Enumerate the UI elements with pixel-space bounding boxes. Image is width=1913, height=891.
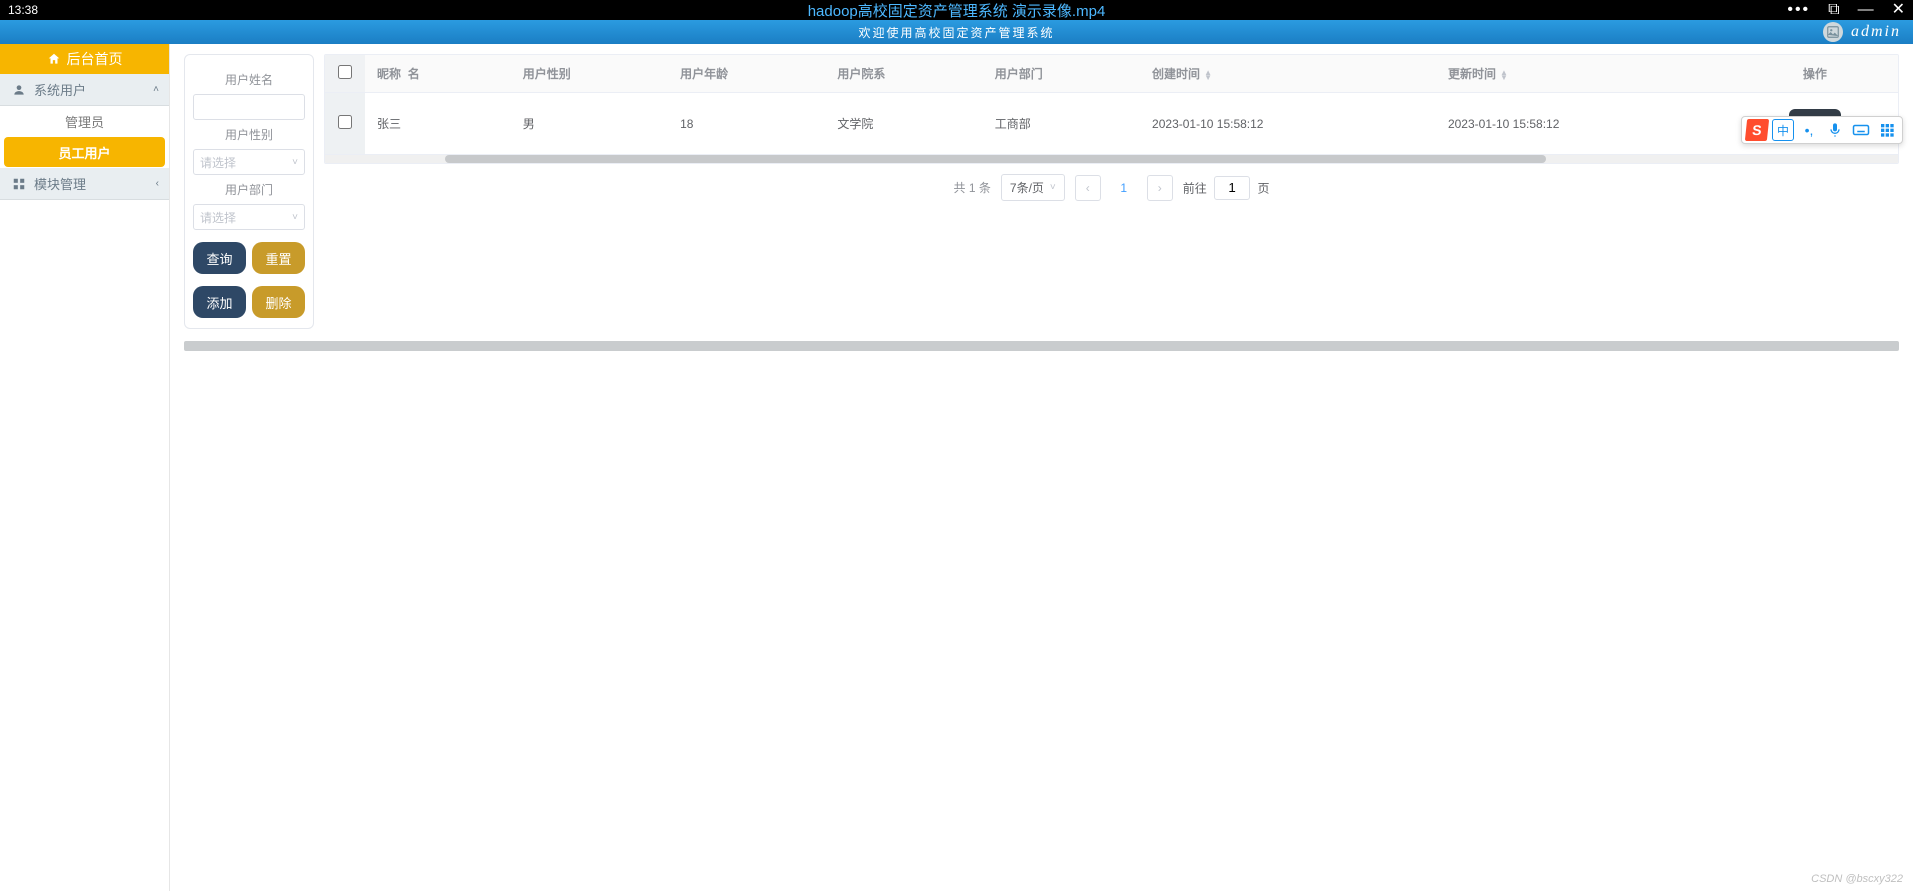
col-updated[interactable]: 更新时间 ▲▼ <box>1436 55 1732 93</box>
restore-icon[interactable]: ⧉ <box>1828 2 1839 18</box>
cell-created: 2023-01-10 15:58:12 <box>1140 93 1436 155</box>
delete-button[interactable]: 删除 <box>252 286 305 318</box>
col-name-label: 名 <box>408 67 420 81</box>
pager-total: 共 1 条 <box>954 179 991 196</box>
cell-age: 18 <box>668 93 825 155</box>
ime-punct-toggle[interactable]: •, <box>1798 119 1820 141</box>
filter-select-gender-placeholder: 请选择 <box>200 154 236 171</box>
goto-page: 前往 页 <box>1183 176 1270 200</box>
per-page-label: 7条/页 <box>1010 179 1044 196</box>
sidebar-home-label: 后台首页 <box>67 49 123 69</box>
col-ops: 操作 <box>1732 55 1898 93</box>
col-age[interactable]: 用户年龄 <box>668 55 825 93</box>
table-row: 张三 男 18 文学院 工商部 2023-01-10 15:58:12 2023… <box>325 93 1898 155</box>
window-controls: ••• ⧉ — ✕ <box>1787 2 1905 18</box>
col-gender[interactable]: 用户性别 <box>511 55 668 93</box>
cell-gender: 男 <box>511 93 668 155</box>
goto-prefix: 前往 <box>1183 181 1207 195</box>
username[interactable]: admin <box>1851 23 1901 41</box>
sogou-logo-icon[interactable]: S <box>1745 119 1769 141</box>
microphone-icon[interactable] <box>1824 119 1846 141</box>
select-all-checkbox[interactable] <box>338 65 352 79</box>
ime-toolbar[interactable]: S 中 •, <box>1741 116 1903 144</box>
header-checkbox-cell <box>325 55 365 93</box>
scrollbar-thumb[interactable] <box>445 155 1546 163</box>
prev-page-button[interactable]: ‹ <box>1075 175 1101 201</box>
ime-menu-icon[interactable] <box>1876 119 1898 141</box>
row-checkbox[interactable] <box>338 115 352 129</box>
filter-select-gender[interactable]: 请选择 ˅ <box>193 149 305 175</box>
col-nickname-label: 昵称 <box>377 67 401 81</box>
pagination: 共 1 条 7条/页 ˅ ‹ 1 › 前往 页 <box>324 174 1899 201</box>
add-button[interactable]: 添加 <box>193 286 246 318</box>
filter-panel: 用户姓名 用户性别 请选择 ˅ 用户部门 请选择 ˅ 查询 重置 添加 <box>184 54 314 329</box>
welcome-text: 欢迎使用高校固定资产管理系统 <box>858 24 1054 41</box>
reset-button[interactable]: 重置 <box>252 242 305 274</box>
sidebar-home[interactable]: 后台首页 <box>0 44 169 74</box>
col-nickname[interactable]: 昵称 名 <box>365 55 511 93</box>
sort-icon[interactable]: ▲▼ <box>1500 70 1508 80</box>
col-created-label: 创建时间 <box>1152 67 1200 81</box>
watermark: CSDN @bscxy322 <box>1811 873 1903 885</box>
sort-icon[interactable]: ▲▼ <box>1204 70 1212 80</box>
per-page-select[interactable]: 7条/页 ˅ <box>1001 174 1065 201</box>
cell-updated: 2023-01-10 15:58:12 <box>1436 93 1732 155</box>
chevron-down-icon: ˅ <box>292 157 298 168</box>
ime-lang-toggle[interactable]: 中 <box>1772 119 1794 141</box>
cell-dept: 工商部 <box>983 93 1140 155</box>
sidebar-item-employee[interactable]: 员工用户 <box>4 137 165 167</box>
chevron-left-icon: ‹ <box>156 178 159 189</box>
cell-nickname: 张三 <box>365 93 511 155</box>
app-header: 欢迎使用高校固定资产管理系统 admin <box>0 20 1913 44</box>
chevron-down-icon: ˅ <box>1050 182 1056 193</box>
clock: 13:38 <box>8 3 178 17</box>
filter-select-dept[interactable]: 请选择 ˅ <box>193 204 305 230</box>
user-area: admin <box>1823 20 1901 44</box>
sidebar-item-admin-label: 管理员 <box>65 112 104 131</box>
sidebar-group-users-label: 系统用户 <box>34 80 86 99</box>
col-created[interactable]: 创建时间 ▲▼ <box>1140 55 1436 93</box>
more-icon[interactable]: ••• <box>1787 2 1810 18</box>
main-content: 用户姓名 用户性别 请选择 ˅ 用户部门 请选择 ˅ 查询 重置 添加 <box>170 44 1913 891</box>
grid-icon <box>12 177 26 191</box>
user-icon <box>12 83 26 97</box>
sidebar-group-modules[interactable]: 模块管理 ‹ <box>0 168 169 200</box>
query-button[interactable]: 查询 <box>193 242 246 274</box>
pager-total-suffix: 条 <box>979 181 991 195</box>
sidebar: 后台首页 系统用户 ˄ 管理员 员工用户 模块管理 ‹ <box>0 44 170 891</box>
close-icon[interactable]: ✕ <box>1892 2 1905 18</box>
table-horizontal-scrollbar[interactable] <box>325 155 1898 163</box>
filter-label-gender: 用户性别 <box>193 126 305 143</box>
chevron-down-icon: ˅ <box>292 212 298 223</box>
pager-total-count: 1 <box>969 181 976 195</box>
sidebar-item-admin[interactable]: 管理员 <box>0 106 169 136</box>
video-titlebar: 13:38 hadoop高校固定资产管理系统 演示录像.mp4 ••• ⧉ — … <box>0 0 1913 20</box>
avatar[interactable] <box>1823 22 1843 42</box>
sidebar-item-employee-label: 员工用户 <box>58 143 110 162</box>
filter-input-name[interactable] <box>193 94 305 120</box>
sidebar-group-users[interactable]: 系统用户 ˄ <box>0 74 169 106</box>
goto-input[interactable] <box>1214 176 1250 200</box>
next-page-button[interactable]: › <box>1147 175 1173 201</box>
filter-select-dept-placeholder: 请选择 <box>200 209 236 226</box>
home-icon <box>47 52 61 66</box>
keyboard-icon[interactable] <box>1850 119 1872 141</box>
col-dept[interactable]: 用户部门 <box>983 55 1140 93</box>
video-title: hadoop高校固定资产管理系统 演示录像.mp4 <box>808 0 1106 21</box>
chevron-up-icon: ˄ <box>153 84 159 95</box>
minimize-icon[interactable]: — <box>1858 2 1874 18</box>
data-table: 昵称 名 用户性别 用户年龄 用户院系 用户部门 创建时间 ▲▼ 更新时间 ▲▼ 操… <box>324 54 1899 164</box>
row-checkbox-cell <box>325 93 365 155</box>
sidebar-group-modules-label: 模块管理 <box>34 174 86 193</box>
col-updated-label: 更新时间 <box>1448 67 1496 81</box>
cell-faculty: 文学院 <box>825 93 982 155</box>
filter-label-name: 用户姓名 <box>193 71 305 88</box>
table-header-row: 昵称 名 用户性别 用户年龄 用户院系 用户部门 创建时间 ▲▼ 更新时间 ▲▼ 操… <box>325 55 1898 93</box>
main-horizontal-scrollbar[interactable] <box>184 341 1899 351</box>
page-number[interactable]: 1 <box>1111 181 1137 195</box>
filter-label-dept: 用户部门 <box>193 181 305 198</box>
pager-total-prefix: 共 <box>954 181 966 195</box>
goto-suffix: 页 <box>1257 181 1269 195</box>
col-faculty[interactable]: 用户院系 <box>825 55 982 93</box>
